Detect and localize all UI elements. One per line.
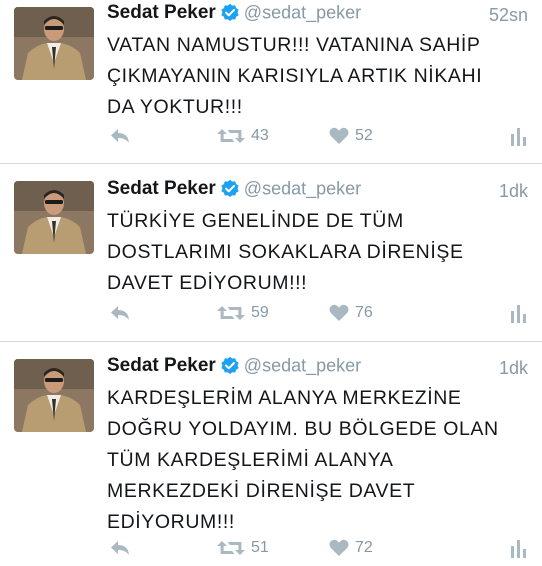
- analytics-icon: [511, 126, 527, 146]
- like-button[interactable]: 52: [329, 124, 373, 148]
- tweet-text-line: MERKEZDEKİ DİRENİŞE DAVET: [107, 480, 416, 502]
- verified-badge-icon: [220, 179, 240, 199]
- reply-button[interactable]: [109, 536, 131, 560]
- reply-icon: [109, 539, 131, 557]
- tweet-text-line: DA YOKTUR!!!: [107, 96, 243, 118]
- author-name[interactable]: Sedat Peker: [107, 2, 216, 23]
- tweet-text: VATAN NAMUSTUR!!! VATANINA SAHİP ÇIKMAYA…: [107, 30, 528, 123]
- heart-icon: [329, 539, 349, 557]
- tweet-text: KARDEŞLERİM ALANYA MERKEZİNE DOĞRU YOLDA…: [107, 383, 528, 538]
- tweet-text-line: DOĞRU YOLDAYIM. BU BÖLGEDE OLAN: [107, 418, 499, 440]
- like-count: 52: [355, 127, 373, 144]
- analytics-button[interactable]: [511, 301, 527, 325]
- retweet-button[interactable]: 59: [217, 301, 269, 325]
- heart-icon: [329, 304, 349, 322]
- analytics-icon: [511, 538, 527, 558]
- tweet[interactable]: Sedat Peker @sedat_peker 52sn VATAN NAMUS…: [0, 0, 542, 164]
- retweet-icon: [217, 538, 245, 558]
- reply-icon: [109, 304, 131, 322]
- avatar-photo: [14, 7, 94, 80]
- retweet-count: 59: [251, 304, 269, 321]
- tweet-timestamp[interactable]: 1dk: [499, 181, 528, 202]
- like-count: 72: [355, 539, 373, 556]
- analytics-button[interactable]: [511, 536, 527, 560]
- retweet-count: 51: [251, 539, 269, 556]
- retweet-button[interactable]: 43: [217, 124, 269, 148]
- avatar[interactable]: [14, 181, 94, 254]
- tweet-text-line: TÜM KARDEŞLERİMİ ALANYA: [107, 449, 394, 471]
- retweet-button[interactable]: 51: [217, 536, 269, 560]
- reply-button[interactable]: [109, 301, 131, 325]
- avatar-photo: [14, 181, 94, 254]
- tweet-actions: 59 76: [107, 301, 528, 325]
- tweet-header: Sedat Peker @sedat_peker 52sn: [107, 2, 528, 30]
- avatar-photo: [14, 359, 94, 432]
- author-handle[interactable]: @sedat_peker: [244, 3, 361, 23]
- tweet-timestamp[interactable]: 52sn: [489, 5, 528, 26]
- tweet[interactable]: Sedat Peker @sedat_peker 1dk KARDEŞLERİM …: [0, 342, 542, 566]
- avatar[interactable]: [14, 7, 94, 80]
- heart-icon: [329, 127, 349, 145]
- tweet-text-line: EDİYORUM!!!: [107, 511, 235, 533]
- author-name[interactable]: Sedat Peker: [107, 178, 216, 199]
- reply-icon: [109, 127, 131, 145]
- analytics-icon: [511, 303, 527, 323]
- reply-button[interactable]: [109, 124, 131, 148]
- analytics-button[interactable]: [511, 124, 527, 148]
- tweet-text-line: ÇIKMAYANIN KARISIYLA ARTIK NİKAHI: [107, 65, 483, 87]
- tweet-actions: 51 72: [107, 536, 528, 560]
- tweet-text-line: DOSTLARIMI SOKAKLARA DİRENİŞE: [107, 241, 464, 263]
- tweet-text-line: TÜRKİYE GENELİNDE DE TÜM: [107, 210, 404, 232]
- tweet-text: TÜRKİYE GENELİNDE DE TÜM DOSTLARIMI SOKA…: [107, 206, 528, 299]
- retweet-icon: [217, 126, 245, 146]
- author-handle[interactable]: @sedat_peker: [244, 356, 361, 376]
- retweet-count: 43: [251, 127, 269, 144]
- tweet-timestamp[interactable]: 1dk: [499, 358, 528, 379]
- retweet-icon: [217, 303, 245, 323]
- tweet-text-line: DAVET EDİYORUM!!!: [107, 272, 308, 294]
- tweet[interactable]: Sedat Peker @sedat_peker 1dk TÜRKİYE GENE…: [0, 164, 542, 342]
- tweet-timeline: Sedat Peker @sedat_peker 52sn VATAN NAMUS…: [0, 0, 542, 566]
- author-name[interactable]: Sedat Peker: [107, 355, 216, 376]
- tweet-header: Sedat Peker @sedat_peker 1dk: [107, 178, 528, 206]
- tweet-actions: 43 52: [107, 124, 528, 148]
- tweet-header: Sedat Peker @sedat_peker 1dk: [107, 355, 528, 383]
- avatar[interactable]: [14, 359, 94, 432]
- like-button[interactable]: 72: [329, 536, 373, 560]
- like-button[interactable]: 76: [329, 301, 373, 325]
- verified-badge-icon: [220, 356, 240, 376]
- tweet-text-line: VATAN NAMUSTUR!!! VATANINA SAHİP: [107, 34, 481, 56]
- tweet-text-line: KARDEŞLERİM ALANYA MERKEZİNE: [107, 387, 462, 409]
- author-handle[interactable]: @sedat_peker: [244, 179, 361, 199]
- like-count: 76: [355, 304, 373, 321]
- verified-badge-icon: [220, 3, 240, 23]
